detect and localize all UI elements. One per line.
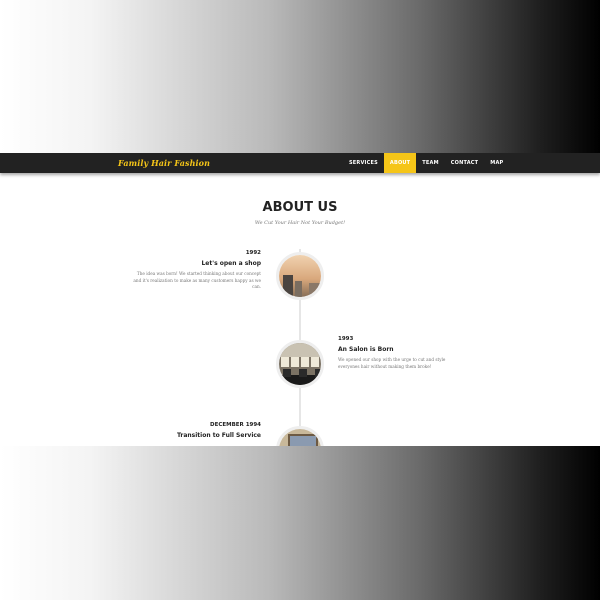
entry-heading: Let's open a shop: [201, 260, 261, 267]
timeline-entry-1: 1992 Let's open a shop The idea was born…: [131, 250, 261, 291]
navbar: Family Hair Fashion SERVICES ABOUT TEAM …: [0, 153, 600, 173]
website-viewport: Family Hair Fashion SERVICES ABOUT TEAM …: [0, 153, 600, 446]
entry-heading: An Salon is Born: [338, 346, 394, 353]
section-title: ABOUT US: [262, 200, 338, 215]
timeline-entry-3: DECEMBER 1994 Transition to Full Service: [131, 422, 261, 443]
nav-about[interactable]: ABOUT: [383, 153, 417, 173]
brand-logo[interactable]: Family Hair Fashion: [118, 158, 210, 168]
nav-team[interactable]: TEAM: [416, 153, 444, 173]
nav-services[interactable]: SERVICES: [343, 153, 384, 173]
nav-map[interactable]: MAP: [484, 153, 509, 173]
nav-contact[interactable]: CONTACT: [445, 153, 484, 173]
entry-year: 1992: [245, 250, 261, 256]
entry-heading: Transition to Full Service: [176, 432, 261, 439]
entry-year: 1993: [338, 336, 354, 342]
timeline-entry-2: 1993 An Salon is Born We opened our shop…: [338, 336, 468, 370]
entry-year: DECEMBER 1994: [210, 422, 261, 428]
salon-interior-photo-image: [276, 340, 324, 388]
section-subtitle: We Cut Your Hair Not Your Budget!: [254, 220, 346, 226]
mirror-photo-image: [276, 426, 324, 446]
entry-description: We opened our shop with the urge to cut …: [338, 357, 446, 369]
entry-description: The idea was born! We started thinking a…: [133, 271, 261, 289]
shop-photo-image: [276, 252, 324, 300]
nav-menu: SERVICES ABOUT TEAM CONTACT MAP: [343, 153, 509, 173]
